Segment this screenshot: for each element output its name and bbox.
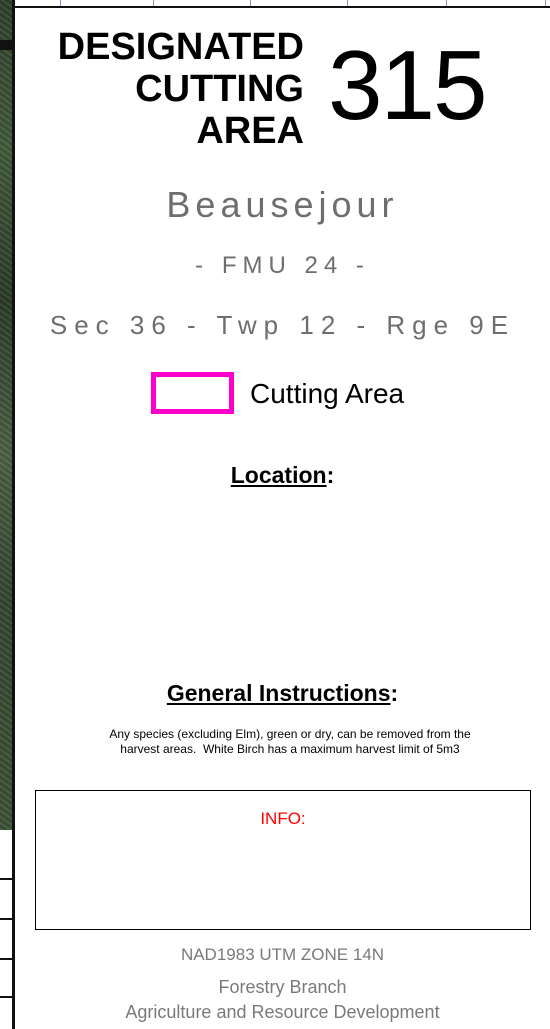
table-row-line: [0, 878, 12, 880]
instructions-line-1: Any species (excluding Elm), green or dr…: [109, 727, 471, 741]
general-instructions-heading: General Instructions:: [15, 680, 550, 707]
table-row-line: [0, 918, 12, 920]
map-imagery-strip: [0, 0, 12, 830]
legal-description: Sec 36 - Twp 12 - Rge 9E: [49, 310, 516, 340]
site-name: Beausejour: [166, 184, 399, 225]
panel-top-border: [12, 6, 550, 8]
general-instructions-heading-word: General Instructions: [166, 680, 391, 706]
instructions-line-2: harvest areas. White Birch has a maximum…: [120, 742, 460, 756]
cutting-area-legend-label: Cutting Area: [250, 378, 405, 409]
cutting-area-number: 315: [328, 30, 488, 140]
map-index-table: [0, 830, 12, 1029]
location-heading: Location:: [15, 462, 550, 489]
forestry-branch: Forestry Branch: [218, 977, 347, 997]
title-line-area: AREA: [196, 110, 304, 152]
title-block: DESIGNATED CUTTING AREA: [24, 26, 304, 152]
general-instructions-text: Any species (excluding Elm), green or dr…: [40, 727, 540, 757]
info-box: INFO:: [35, 790, 531, 930]
title-line-designated: DESIGNATED: [57, 26, 304, 68]
info-label: INFO:: [260, 809, 306, 828]
department-name: Agriculture and Resource Development: [125, 1002, 440, 1022]
title-line-cutting: CUTTING: [135, 68, 304, 110]
fmu-label: - FMU 24 -: [195, 252, 370, 279]
table-row-line: [0, 958, 12, 960]
projection-datum: NAD1983 UTM ZONE 14N: [180, 945, 385, 964]
location-heading-word: Location: [230, 462, 327, 488]
location-heading-colon: :: [326, 462, 335, 488]
general-instructions-heading-colon: :: [390, 680, 399, 706]
panel-left-border: [12, 0, 15, 1029]
cutting-area-legend-swatch: [151, 372, 234, 414]
table-row-line: [0, 996, 12, 998]
